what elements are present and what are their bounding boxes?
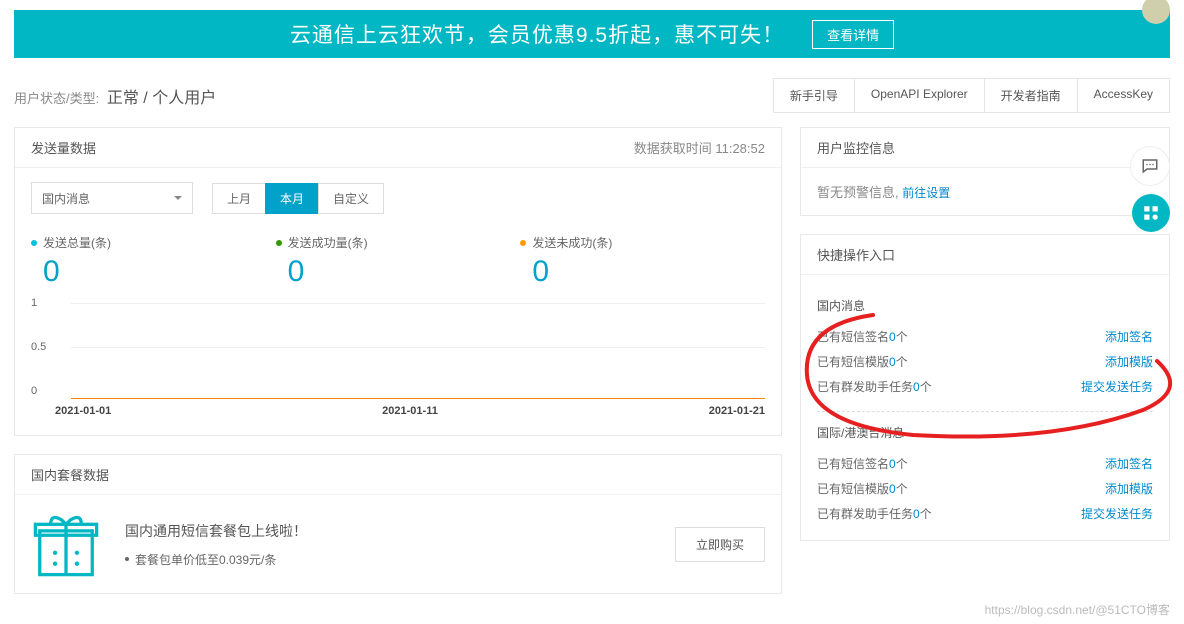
stat-success-label: 发送成功量(条): [288, 234, 368, 251]
status-prefix: 用户状态/类型:: [14, 91, 99, 106]
tab-last-month[interactable]: 上月: [212, 183, 266, 214]
ytick: 0.5: [31, 341, 46, 353]
buy-now-button[interactable]: 立即购买: [675, 527, 765, 562]
send-panel-title: 发送量数据: [31, 138, 96, 157]
quick-row-text: 已有短信签名0个: [817, 455, 908, 472]
monitor-panel: 用户监控信息 暂无预警信息, 前往设置: [800, 127, 1170, 216]
intl-action-1[interactable]: 添加模版: [1105, 480, 1153, 497]
xtick: 2021-01-21: [709, 405, 765, 417]
send-chart: 1 0.5 0 2021-01-01 2021-01-11 2021-01-21: [31, 301, 765, 417]
domestic-action-1[interactable]: 添加模版: [1105, 353, 1153, 370]
xtick: 2021-01-01: [55, 405, 111, 417]
quick-row: 已有短信签名0个 添加签名: [817, 324, 1153, 349]
chat-fab[interactable]: [1130, 146, 1170, 186]
domestic-action-0[interactable]: 添加签名: [1105, 328, 1153, 345]
monitor-title: 用户监控信息: [817, 138, 895, 157]
banner-text: 云通信上云狂欢节，会员优惠9.5折起，惠不可失！: [290, 19, 784, 49]
monitor-text: 暂无预警信息,: [817, 185, 902, 200]
stat-total-label: 发送总量(条): [43, 234, 111, 251]
banner-details-button[interactable]: 查看详情: [812, 20, 894, 49]
ytick: 1: [31, 297, 37, 309]
package-panel-title: 国内套餐数据: [31, 465, 109, 484]
send-panel-time: 数据获取时间 11:28:52: [634, 138, 765, 157]
intl-action-0[interactable]: 添加签名: [1105, 455, 1153, 472]
dev-guide-button[interactable]: 开发者指南: [984, 79, 1077, 112]
guide-button[interactable]: 新手引导: [774, 79, 854, 112]
dot-icon: [31, 240, 37, 246]
apps-fab[interactable]: [1132, 194, 1170, 232]
stat-fail-label: 发送未成功(条): [532, 234, 612, 251]
quick-row: 已有短信签名0个 添加签名: [817, 451, 1153, 476]
region-select-value: 国内消息: [42, 190, 90, 207]
package-panel: 国内套餐数据 国内通用短信套餐包上线啦！ 套餐包单价低至0.039元/条: [14, 454, 782, 594]
chevron-down-icon: [174, 196, 182, 204]
quick-row: 已有短信模版0个 添加模版: [817, 476, 1153, 501]
quick-row-text: 已有群发助手任务0个: [817, 378, 932, 395]
quick-row: 已有群发助手任务0个 提交发送任务: [817, 374, 1153, 399]
xtick: 2021-01-11: [382, 405, 438, 417]
intl-action-2[interactable]: 提交发送任务: [1081, 505, 1153, 522]
stat-total-value: 0: [31, 255, 276, 289]
intl-heading: 国际/港澳台消息: [817, 424, 1153, 441]
quick-row-text: 已有群发助手任务0个: [817, 505, 932, 522]
range-tabs: 上月 本月 自定义: [213, 183, 384, 214]
quick-actions-panel: 快捷操作入口 国内消息 已有短信签名0个添加签名已有短信模版0个添加模版已有群发…: [800, 234, 1170, 541]
promo-banner: 云通信上云狂欢节，会员优惠9.5折起，惠不可失！ 查看详情: [14, 10, 1170, 58]
quick-row: 已有群发助手任务0个 提交发送任务: [817, 501, 1153, 526]
accesskey-button[interactable]: AccessKey: [1077, 79, 1169, 112]
stat-fail-value: 0: [520, 255, 765, 289]
user-status: 用户状态/类型: 正常 / 个人用户: [14, 84, 216, 108]
openapi-button[interactable]: OpenAPI Explorer: [854, 79, 984, 112]
domestic-action-2[interactable]: 提交发送任务: [1081, 378, 1153, 395]
watermark: https://blog.csdn.net/@51CTO博客: [985, 601, 1170, 618]
chat-icon: [1141, 157, 1159, 175]
package-heading: 国内通用短信套餐包上线啦！: [125, 521, 651, 541]
monitor-settings-link[interactable]: 前往设置: [902, 186, 950, 200]
stat-success-value: 0: [276, 255, 521, 289]
quick-row: 已有短信模版0个 添加模版: [817, 349, 1153, 374]
package-bullet: 套餐包单价低至0.039元/条: [135, 551, 276, 568]
bullet-icon: [125, 557, 129, 561]
ytick: 0: [31, 385, 37, 397]
quick-row-text: 已有短信模版0个: [817, 353, 908, 370]
quick-actions-title: 快捷操作入口: [817, 245, 895, 264]
domestic-heading: 国内消息: [817, 297, 1153, 314]
region-select[interactable]: 国内消息: [31, 182, 193, 214]
tab-this-month[interactable]: 本月: [265, 183, 319, 214]
quick-row-text: 已有短信模版0个: [817, 480, 908, 497]
quick-row-text: 已有短信签名0个: [817, 328, 908, 345]
send-volume-panel: 发送量数据 数据获取时间 11:28:52 国内消息 上月 本月 自定义: [14, 127, 782, 436]
header-button-group: 新手引导 OpenAPI Explorer 开发者指南 AccessKey: [773, 78, 1170, 113]
dot-icon: [276, 240, 282, 246]
apps-icon: [1142, 204, 1160, 222]
dot-icon: [520, 240, 526, 246]
status-value: 正常 / 个人用户: [107, 90, 216, 107]
gift-icon: [31, 509, 101, 579]
tab-custom[interactable]: 自定义: [318, 183, 384, 214]
